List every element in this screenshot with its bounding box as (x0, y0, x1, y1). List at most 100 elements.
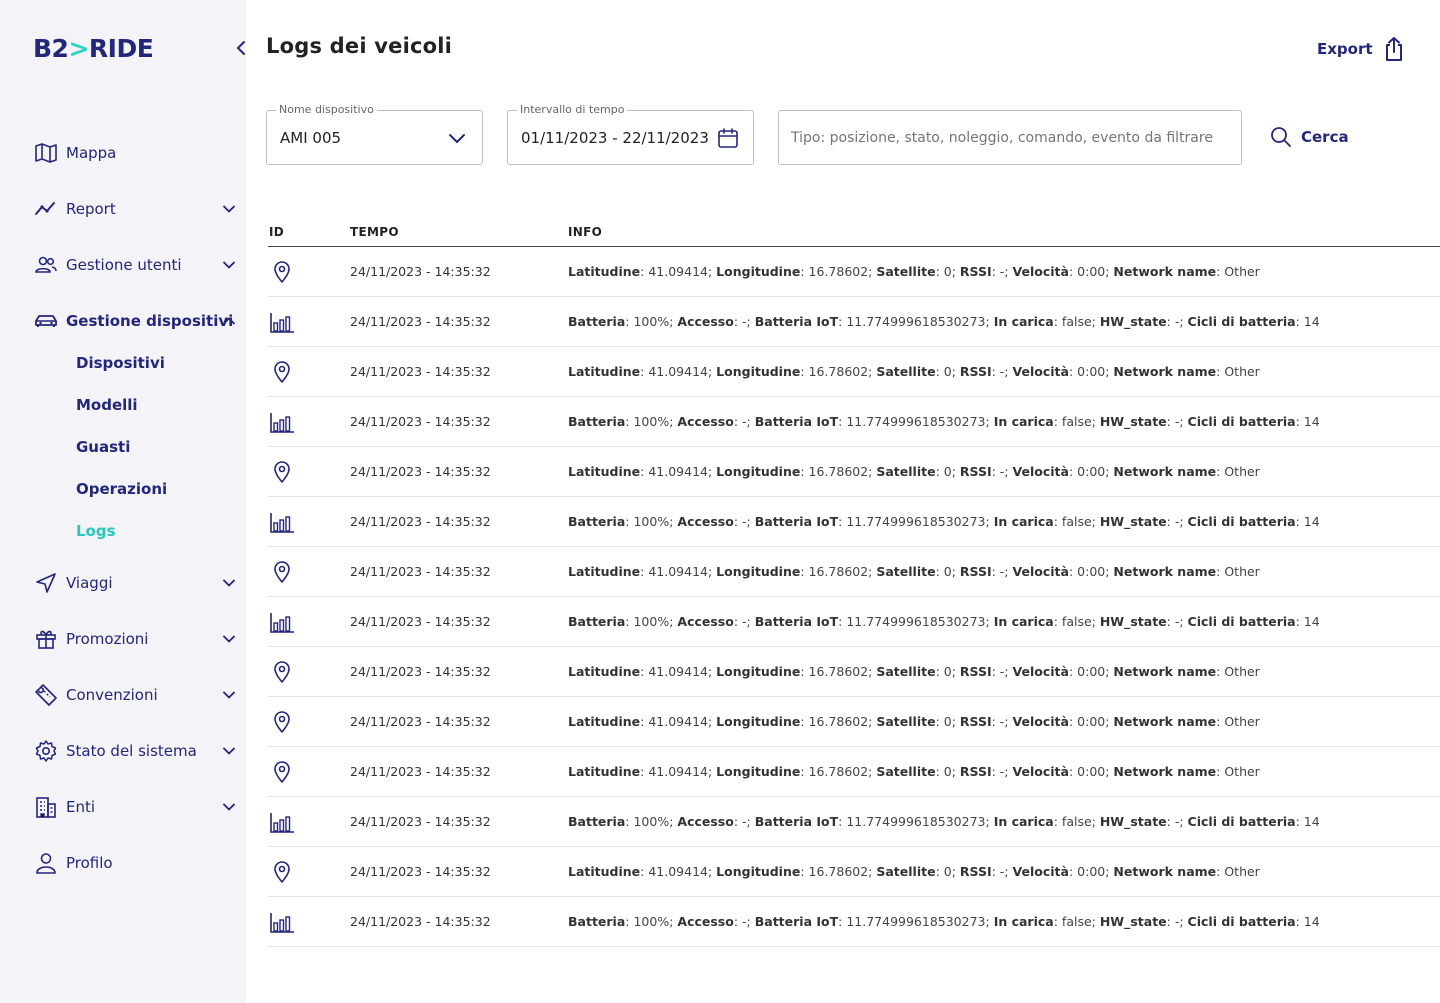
row-info: Latitudine: 41.09414; Longitudine: 16.78… (568, 464, 1260, 479)
chevron-down-icon (221, 257, 237, 273)
location-pin-icon[interactable] (268, 710, 296, 734)
bar-chart-icon[interactable] (268, 910, 296, 934)
info-key: Batteria (568, 514, 626, 529)
info-value: : 0:00; (1068, 264, 1114, 279)
sidebar-item-stato-del-sistema[interactable]: Stato del sistema (33, 736, 243, 766)
device-select[interactable]: Nome dispositivo AMI 005 (266, 103, 483, 165)
info-value: : -; (1166, 814, 1188, 829)
table-row[interactable]: 24/11/2023 - 14:35:32 Batteria: 100%; Acc… (268, 497, 1440, 547)
sidebar-item-viaggi[interactable]: Viaggi (33, 568, 243, 598)
table-row[interactable]: 24/11/2023 - 14:35:32 Latitudine: 41.0941… (268, 747, 1440, 797)
info-key: RSSI (959, 664, 992, 679)
info-key: RSSI (959, 564, 992, 579)
table-row[interactable]: 24/11/2023 - 14:35:32 Batteria: 100%; Acc… (268, 797, 1440, 847)
table-row[interactable]: 24/11/2023 - 14:35:32 Latitudine: 41.0941… (268, 697, 1440, 747)
bar-chart-icon[interactable] (268, 510, 296, 534)
logs-table: ID TEMPO INFO 24/11/2023 - 14:35:32 Latit… (268, 222, 1440, 947)
table-row[interactable]: 24/11/2023 - 14:35:32 Latitudine: 41.0941… (268, 847, 1440, 897)
sidebar-item-gestione-dispositivi[interactable]: Gestione dispositivi (33, 306, 243, 336)
search-button[interactable]: Cerca (1270, 126, 1349, 148)
table-row[interactable]: 24/11/2023 - 14:35:32 Latitudine: 41.0941… (268, 347, 1440, 397)
location-pin-icon[interactable] (268, 760, 296, 784)
building-icon (33, 794, 59, 820)
b2ride-logo[interactable]: B2>RIDE (33, 34, 154, 63)
info-key: Longitudine (716, 864, 801, 879)
info-key: In carica (993, 514, 1054, 529)
row-info: Latitudine: 41.09414; Longitudine: 16.78… (568, 864, 1260, 879)
date-range-value: 01/11/2023 - 22/11/2023 (521, 129, 709, 147)
row-time: 24/11/2023 - 14:35:32 (350, 314, 491, 329)
sidebar-subitem-logs[interactable]: Logs (76, 520, 116, 542)
table-row[interactable]: 24/11/2023 - 14:35:32 Batteria: 100%; Acc… (268, 897, 1440, 947)
export-button[interactable]: Export (1317, 36, 1406, 62)
table-row[interactable]: 24/11/2023 - 14:35:32 Batteria: 100%; Acc… (268, 597, 1440, 647)
table-row[interactable]: 24/11/2023 - 14:35:32 Latitudine: 41.0941… (268, 547, 1440, 597)
info-value: : -; (1166, 914, 1188, 929)
page-title: Logs dei veicoli (266, 34, 453, 58)
type-filter-input[interactable] (779, 111, 1241, 164)
table-row[interactable]: 24/11/2023 - 14:35:32 Batteria: 100%; Acc… (268, 397, 1440, 447)
table-row[interactable]: 24/11/2023 - 14:35:32 Latitudine: 41.0941… (268, 647, 1440, 697)
collapse-sidebar-button[interactable] (230, 36, 252, 60)
sidebar-subitem-dispositivi[interactable]: Dispositivi (76, 352, 165, 374)
row-time: 24/11/2023 - 14:35:32 (350, 264, 491, 279)
info-key: HW_state (1099, 614, 1167, 629)
sidebar-item-mappa[interactable]: Mappa (33, 138, 243, 168)
info-value: : Other (1216, 264, 1260, 279)
info-key: Network name (1113, 714, 1217, 729)
info-key: Cicli di batteria (1187, 414, 1296, 429)
row-time: 24/11/2023 - 14:35:32 (350, 614, 491, 629)
info-value: : 16.78602; (800, 664, 877, 679)
info-value: : -; (991, 464, 1013, 479)
info-value: : 0; (935, 464, 960, 479)
location-pin-icon[interactable] (268, 460, 296, 484)
sidebar-item-label: Stato del sistema (66, 742, 197, 760)
chevron-left-icon (237, 41, 245, 55)
info-key: Cicli di batteria (1187, 514, 1296, 529)
info-key: Network name (1113, 264, 1217, 279)
row-info: Batteria: 100%; Accesso: -; Batteria IoT… (568, 914, 1320, 929)
info-key: Longitudine (716, 764, 801, 779)
sidebar-subitem-modelli[interactable]: Modelli (76, 394, 138, 416)
table-row[interactable]: 24/11/2023 - 14:35:32 Latitudine: 41.0941… (268, 247, 1440, 297)
info-key: HW_state (1099, 514, 1167, 529)
location-pin-icon[interactable] (268, 860, 296, 884)
info-key: Batteria IoT (754, 314, 839, 329)
location-pin-icon[interactable] (268, 260, 296, 284)
sidebar-item-report[interactable]: Report (33, 194, 243, 224)
sidebar-subitem-operazioni[interactable]: Operazioni (76, 478, 167, 500)
info-key: Satellite (876, 764, 936, 779)
info-value: : 11.774999618530273; (838, 414, 994, 429)
info-key: Cicli di batteria (1187, 914, 1296, 929)
sidebar-subitem-guasti[interactable]: Guasti (76, 436, 130, 458)
location-pin-icon[interactable] (268, 660, 296, 684)
type-filter-field[interactable] (778, 110, 1242, 165)
row-time: 24/11/2023 - 14:35:32 (350, 464, 491, 479)
column-header-id: ID (269, 225, 285, 239)
bar-chart-icon[interactable] (268, 310, 296, 334)
sidebar-item-profilo[interactable]: Profilo (33, 848, 243, 878)
info-key: Velocità (1012, 764, 1069, 779)
bar-chart-icon[interactable] (268, 810, 296, 834)
info-value: : 41.09414; (640, 714, 717, 729)
table-row[interactable]: 24/11/2023 - 14:35:32 Latitudine: 41.0941… (268, 447, 1440, 497)
location-pin-icon[interactable] (268, 560, 296, 584)
sidebar-item-enti[interactable]: Enti (33, 792, 243, 822)
calendar-icon (718, 128, 738, 148)
info-value: : false; (1053, 414, 1100, 429)
info-value: : 16.78602; (800, 864, 877, 879)
sidebar-item-label: Gestione dispositivi (66, 312, 234, 330)
sidebar-item-convenzioni[interactable]: Convenzioni (33, 680, 243, 710)
location-pin-icon[interactable] (268, 360, 296, 384)
date-range-picker[interactable]: Intervallo di tempo 01/11/2023 - 22/11/2… (507, 103, 754, 165)
sidebar-item-gestione-utenti[interactable]: Gestione utenti (33, 250, 243, 280)
bar-chart-icon[interactable] (268, 610, 296, 634)
chevron-down-icon (221, 799, 237, 815)
info-value: : Other (1216, 664, 1260, 679)
info-key: Cicli di batteria (1187, 814, 1296, 829)
sidebar-item-promozioni[interactable]: Promozioni (33, 624, 243, 654)
column-header-tempo: TEMPO (350, 225, 399, 239)
bar-chart-icon[interactable] (268, 410, 296, 434)
table-row[interactable]: 24/11/2023 - 14:35:32 Batteria: 100%; Acc… (268, 297, 1440, 347)
info-value: : -; (991, 364, 1013, 379)
